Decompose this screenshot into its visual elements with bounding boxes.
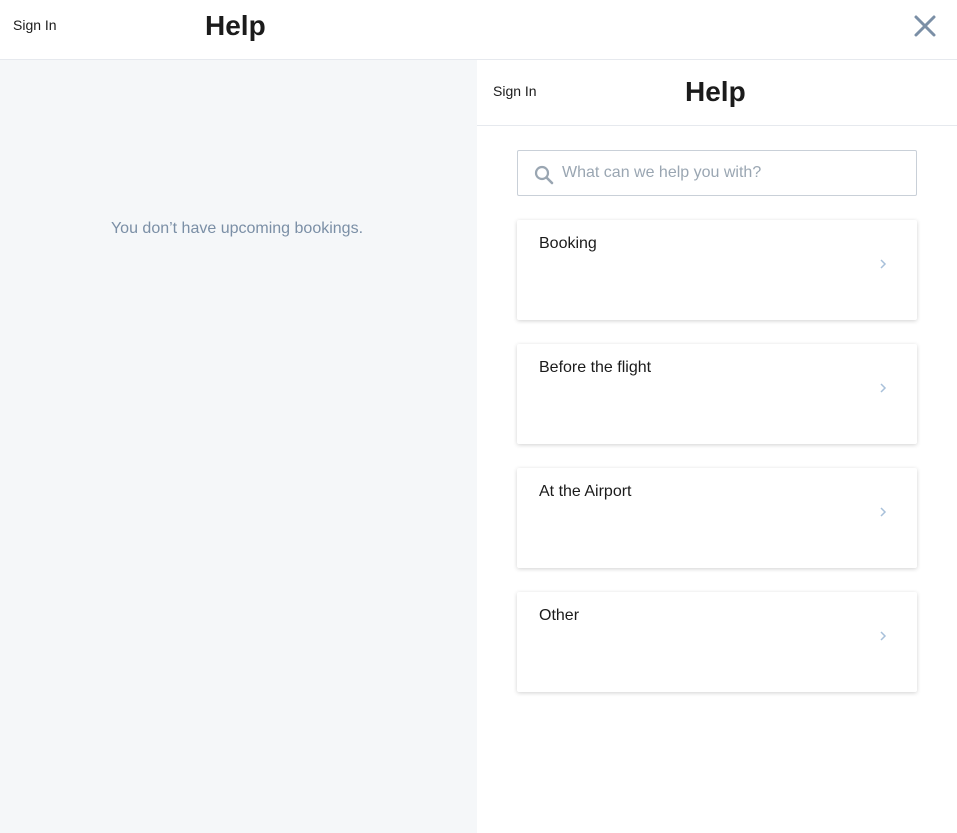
search-icon: [534, 165, 554, 185]
chevron-right-icon: [877, 629, 889, 643]
chevron-right-icon: [877, 257, 889, 271]
page-title: Help: [205, 10, 266, 41]
help-search-box[interactable]: [517, 150, 917, 196]
help-panel-header: Sign In Help: [477, 60, 957, 126]
top-bar: Sign In Help: [0, 0, 957, 60]
close-icon[interactable]: [912, 13, 938, 39]
category-label: Before the flight: [539, 359, 652, 376]
category-card-other[interactable]: Other: [517, 592, 917, 692]
category-card-before-the-flight[interactable]: Before the flight: [517, 344, 917, 444]
category-label: Booking: [539, 235, 597, 252]
empty-bookings-message: You don’t have upcoming bookings.: [110, 220, 364, 237]
chevron-right-icon: [877, 505, 889, 519]
panel-sign-in-link[interactable]: Sign In: [493, 83, 537, 99]
help-panel-title: Help: [685, 76, 746, 107]
help-panel: Sign In Help Booking Before the flight A…: [477, 60, 957, 833]
bookings-pane: You don’t have upcoming bookings.: [0, 60, 477, 833]
category-label: At the Airport: [539, 483, 632, 500]
sign-in-link[interactable]: Sign In: [13, 17, 57, 33]
category-label: Other: [539, 607, 580, 624]
help-search-input[interactable]: [562, 151, 912, 195]
chevron-right-icon: [877, 381, 889, 395]
category-card-booking[interactable]: Booking: [517, 220, 917, 320]
category-card-at-the-airport[interactable]: At the Airport: [517, 468, 917, 568]
